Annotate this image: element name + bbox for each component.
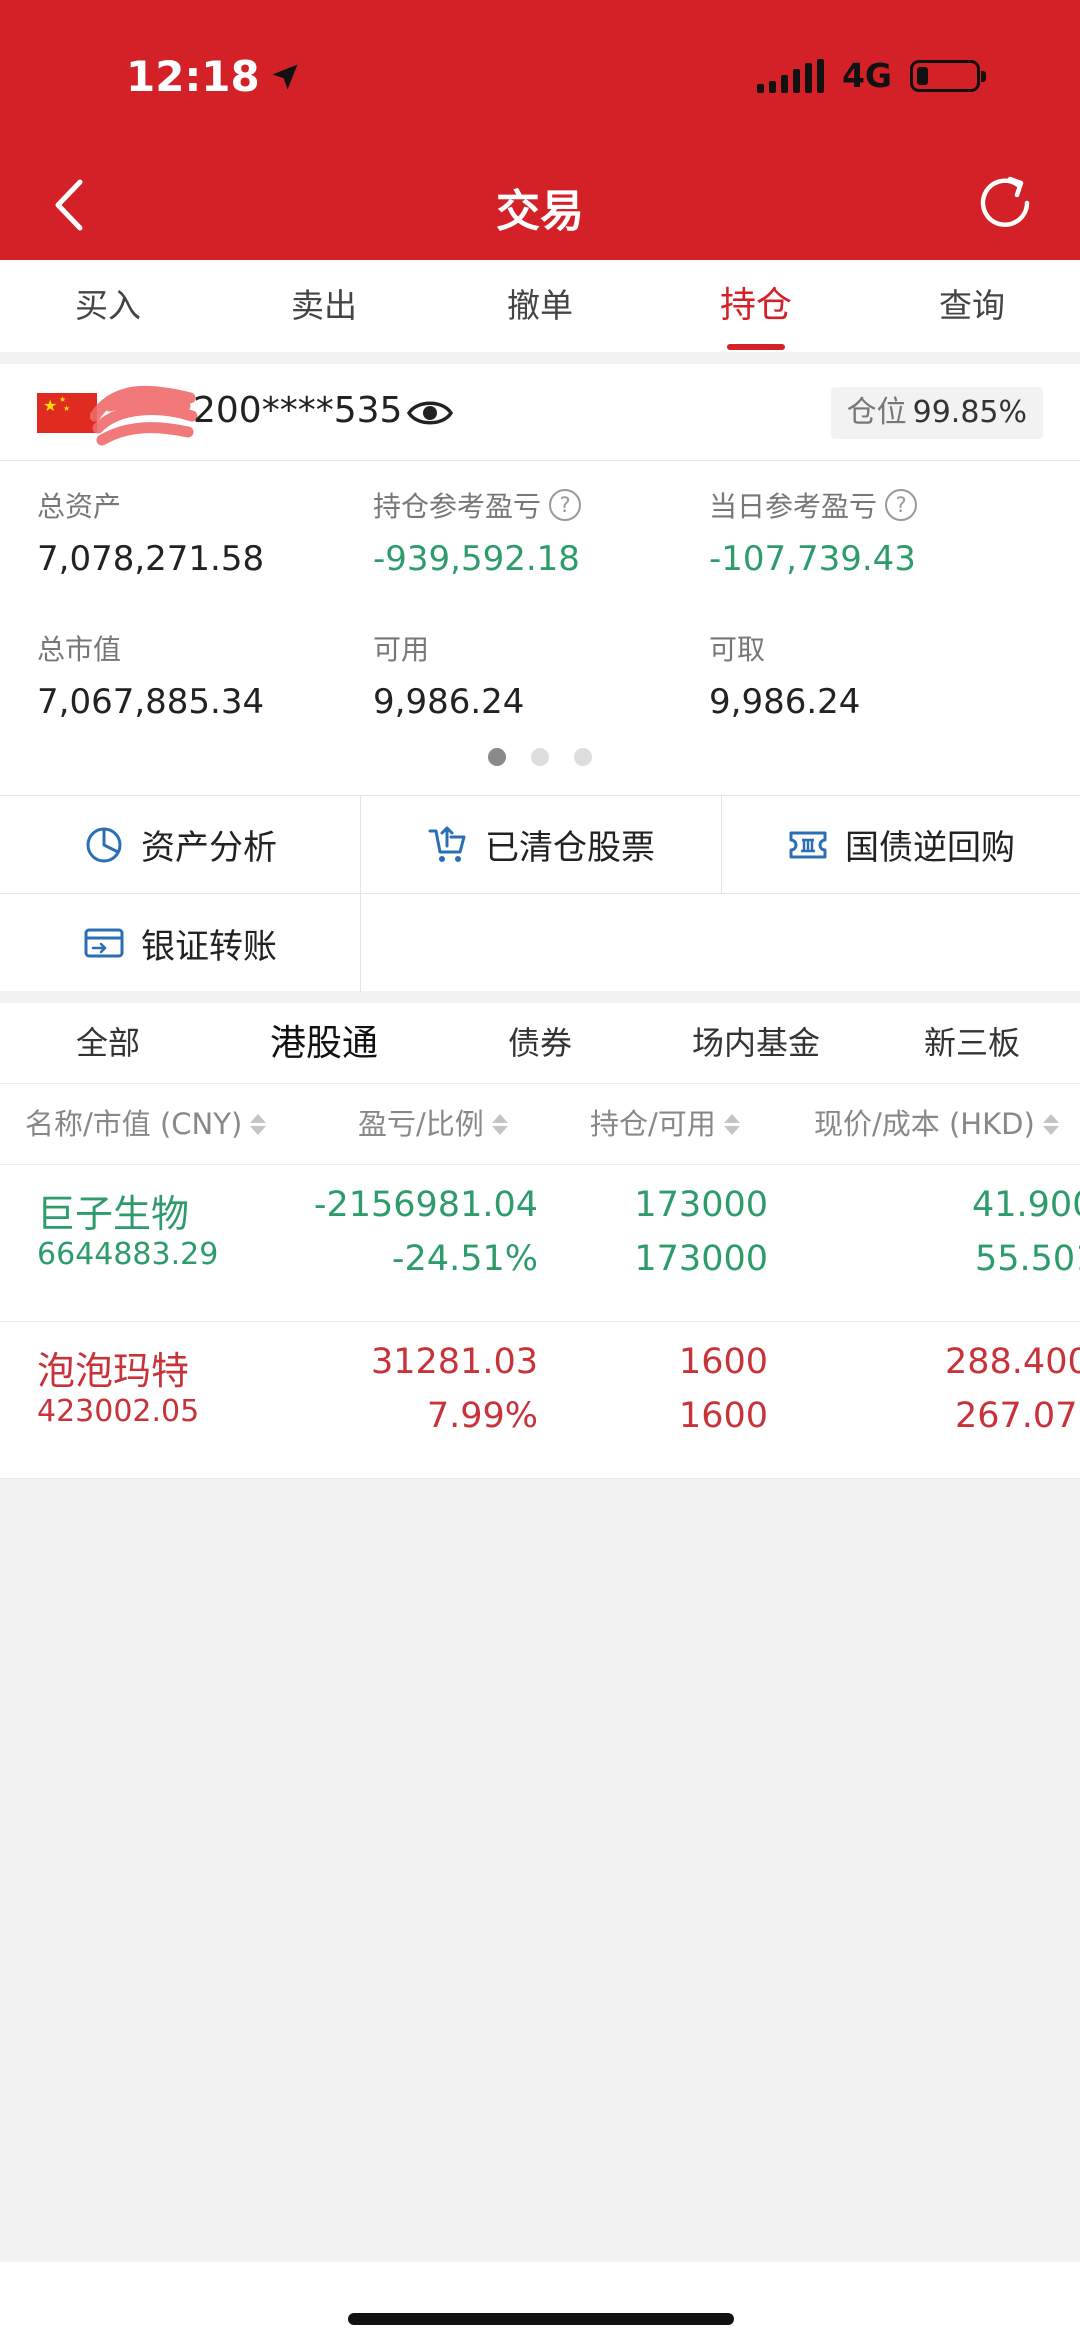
page-indicator[interactable] [0,748,1080,766]
trade-tabs: 买入 卖出 撤单 持仓 查询 [0,260,1080,352]
sort-icon [491,1114,508,1135]
china-flag-icon: ★ ★ ★ [37,393,97,433]
battery-icon [910,59,986,92]
stock-available: 1600 [678,1396,768,1436]
stock-market-value: 6644883.29 [37,1237,219,1272]
total-market-value: 总市值 7,067,885.34 [37,633,265,722]
signal-icon [756,58,824,93]
account-bar: ★ ★ ★ 200****535 仓位 99.85% [0,364,1080,461]
refresh-button[interactable] [970,168,1040,238]
ticket-icon [789,831,827,858]
stock-price: 288.400 [945,1342,1080,1382]
stock-market-value: 423002.05 [37,1394,200,1429]
stock-cost: 55.501 [975,1239,1080,1279]
holding-pl: 持仓参考盈亏? -939,592.18 [373,489,582,579]
tab-holdings[interactable]: 持仓 [648,260,864,352]
account-number: 200****535 [193,390,403,431]
status-indicators: 4G [756,56,986,95]
tab-cancel-order[interactable]: 撤单 [432,260,648,352]
stock-price: 41.900 [972,1185,1080,1225]
total-assets: 总资产 7,078,271.58 [37,490,265,579]
sort-icon [723,1114,740,1135]
page-dot [531,748,549,766]
stock-pl: -2156981.04 [313,1185,538,1225]
location-arrow-icon [272,64,298,89]
holding-category-tabs: 全部 港股通 债券 场内基金 新三板 [0,1003,1080,1084]
bottom-safe-area [0,2262,1080,2347]
col-price-cost[interactable]: 现价/成本 (HKD) [814,1084,1059,1165]
tab-sell[interactable]: 卖出 [216,260,432,352]
asset-summary: 总资产 7,078,271.58 持仓参考盈亏? -939,592.18 当日参… [0,461,1080,795]
top-bar: 12:18 4G 交易 [0,0,1080,260]
reverse-repo-button[interactable]: 国债逆回购 [722,796,1080,894]
page-dot-active [488,748,506,766]
home-indicator[interactable] [348,2313,734,2325]
bank-transfer-button[interactable]: 银证转账 [0,894,361,992]
stock-pl: 31281.03 [370,1342,538,1382]
eye-icon[interactable] [405,388,455,438]
help-icon[interactable]: ? [885,489,918,521]
sort-icon [250,1114,267,1135]
stock-available: 173000 [634,1239,768,1279]
available-funds: 可用 9,986.24 [373,633,525,722]
col-name-value[interactable]: 名称/市值 (CNY) [25,1084,267,1165]
category-etf[interactable]: 场内基金 [648,1003,864,1083]
network-type: 4G [841,56,892,95]
stock-pl-ratio: -24.51% [391,1239,538,1279]
help-icon[interactable]: ? [549,489,582,521]
category-neeq[interactable]: 新三板 [864,1003,1080,1083]
table-row[interactable]: 巨子生物 6644883.29 -2156981.04 -24.51% 1730… [0,1165,1080,1322]
redaction-scribble [90,385,198,446]
holdings-table: 巨子生物 6644883.29 -2156981.04 -24.51% 1730… [0,1165,1080,1479]
stock-name: 泡泡玛特 [37,1349,190,1393]
card-transfer-icon [84,928,124,958]
sort-icon [1042,1114,1059,1135]
category-bonds[interactable]: 债券 [432,1003,648,1083]
col-holding-available[interactable]: 持仓/可用 [590,1084,740,1165]
tab-buy[interactable]: 买入 [0,260,216,352]
stock-holding: 173000 [634,1185,768,1225]
daily-pl: 当日参考盈亏? -107,739.43 [709,489,918,579]
position-ratio-badge: 仓位 99.85% [830,387,1043,439]
tab-query[interactable]: 查询 [864,260,1080,352]
withdrawable-funds: 可取 9,986.24 [709,633,861,722]
stock-pl-ratio: 7.99% [426,1396,538,1436]
table-header: 名称/市值 (CNY) 盈亏/比例 持仓/可用 现价/成本 (HKD) [0,1084,1080,1165]
cart-upload-icon [428,826,466,862]
stock-name: 巨子生物 [37,1192,190,1236]
quick-actions: 资产分析 已清仓股票 国债逆回购 银证转账 [0,795,1080,992]
pie-chart-icon [86,827,122,862]
page-dot [574,748,592,766]
status-time: 12:18 [126,52,300,101]
stock-cost: 267.073 [955,1396,1080,1436]
asset-analysis-button[interactable]: 资产分析 [0,796,361,894]
cleared-stocks-button[interactable]: 已清仓股票 [361,796,722,894]
table-row[interactable]: 泡泡玛特 423002.05 31281.03 7.99% 1600 1600 … [0,1322,1080,1479]
page-title: 交易 [496,186,584,237]
stock-holding: 1600 [678,1342,768,1382]
category-all[interactable]: 全部 [0,1003,216,1083]
col-pl-ratio[interactable]: 盈亏/比例 [358,1084,508,1165]
category-hk-connect[interactable]: 港股通 [216,1003,432,1083]
